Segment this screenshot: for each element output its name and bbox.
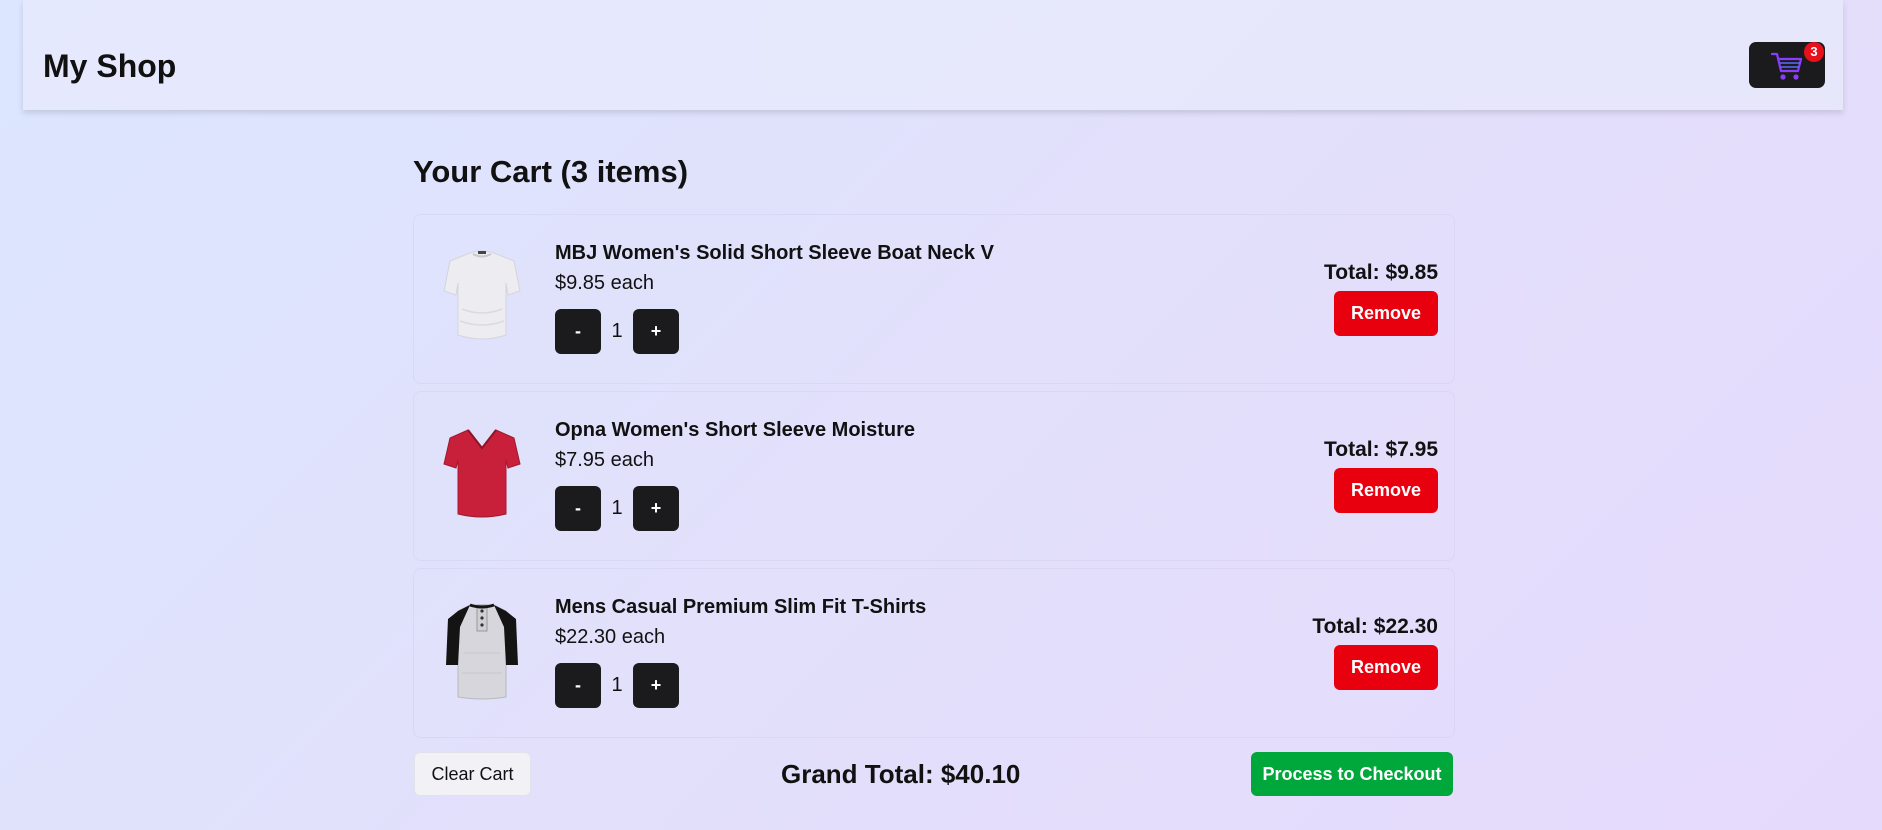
remove-button[interactable]: Remove — [1334, 645, 1438, 690]
remove-button[interactable]: Remove — [1334, 468, 1438, 513]
quantity-value: 1 — [611, 674, 623, 696]
cart-count-badge: 3 — [1804, 42, 1824, 62]
cart-heading: Your Cart (3 items) — [413, 154, 689, 189]
cart-button[interactable]: 3 — [1749, 42, 1825, 88]
decrease-quantity-button[interactable]: - — [555, 663, 601, 708]
increase-quantity-button[interactable]: + — [633, 309, 679, 354]
cart-item: Mens Casual Premium Slim Fit T-Shirts $2… — [413, 568, 1455, 738]
item-total: Total: $7.95 — [1324, 438, 1438, 461]
product-image-red-shirt — [442, 416, 522, 526]
item-total: Total: $9.85 — [1324, 261, 1438, 284]
increase-quantity-button[interactable]: + — [633, 486, 679, 531]
unit-price: $9.85 each — [555, 272, 654, 294]
decrease-quantity-button[interactable]: - — [555, 309, 601, 354]
product-name: Mens Casual Premium Slim Fit T-Shirts — [555, 596, 927, 618]
top-navbar: My Shop 3 — [23, 0, 1843, 110]
clear-cart-button[interactable]: Clear Cart — [414, 752, 531, 796]
cart-item: Opna Women's Short Sleeve Moisture $7.95… — [413, 391, 1455, 561]
shop-title: My Shop — [43, 48, 177, 84]
quantity-value: 1 — [611, 320, 623, 342]
increase-quantity-button[interactable]: + — [633, 663, 679, 708]
product-name: MBJ Women's Solid Short Sleeve Boat Neck… — [555, 242, 994, 264]
unit-price: $7.95 each — [555, 449, 654, 471]
cart-item: MBJ Women's Solid Short Sleeve Boat Neck… — [413, 214, 1455, 384]
remove-button[interactable]: Remove — [1334, 291, 1438, 336]
item-total: Total: $22.30 — [1312, 615, 1438, 638]
decrease-quantity-button[interactable]: - — [555, 486, 601, 531]
quantity-value: 1 — [611, 497, 623, 519]
checkout-button[interactable]: Process to Checkout — [1251, 752, 1453, 796]
product-image-raglan-shirt — [442, 593, 522, 703]
unit-price: $22.30 each — [555, 626, 666, 648]
grand-total: Grand Total: $40.10 — [781, 759, 1021, 789]
product-image-white-shirt — [442, 239, 522, 349]
product-name: Opna Women's Short Sleeve Moisture — [555, 419, 916, 441]
